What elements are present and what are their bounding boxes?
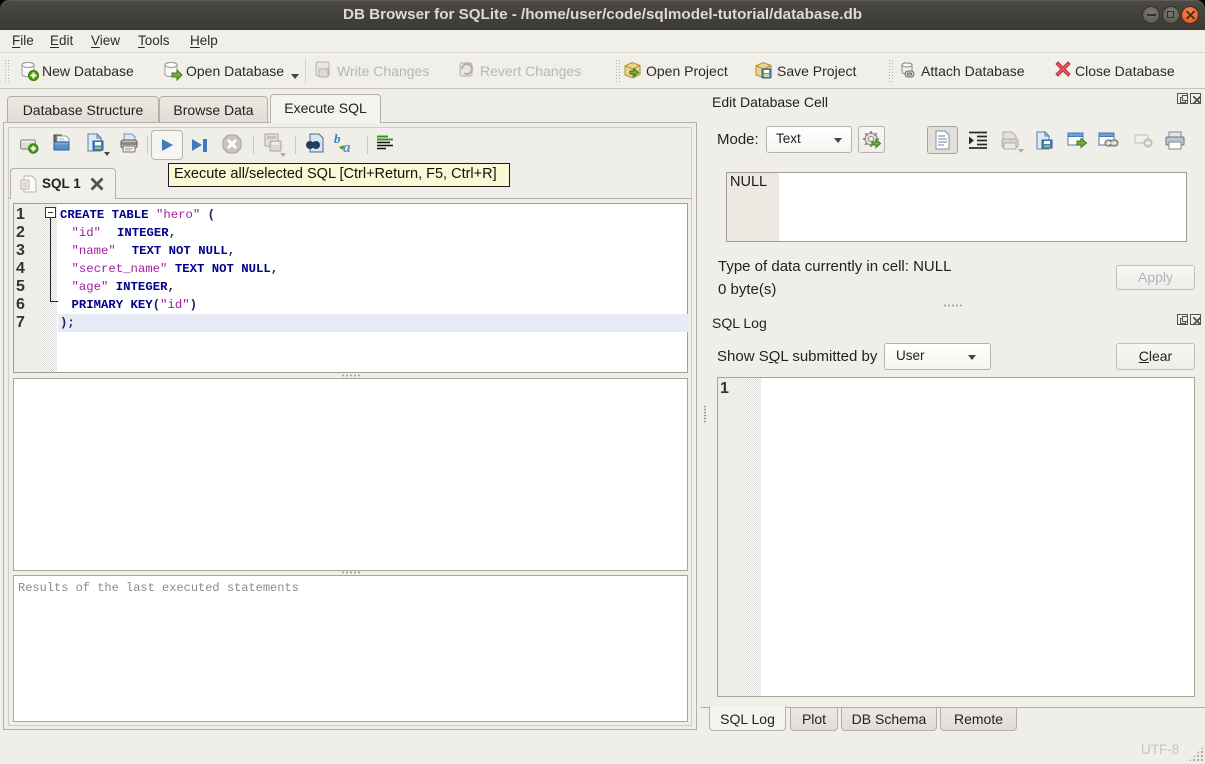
svg-text:a: a	[343, 140, 351, 155]
svg-text:b: b	[334, 133, 341, 146]
